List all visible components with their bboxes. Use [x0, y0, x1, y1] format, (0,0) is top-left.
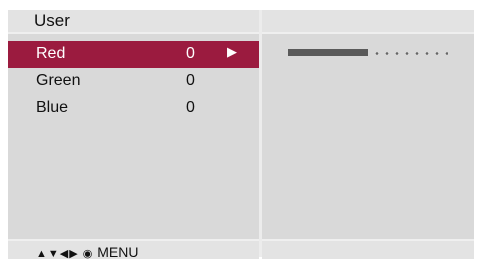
navigation-arrows-icon: ▲▼◀▶ ◉ — [36, 248, 94, 260]
navigation-hint: ▲▼◀▶ ◉ MENU — [36, 244, 138, 260]
menu-item-value: 0 — [186, 99, 195, 116]
menu-item-blue[interactable]: Blue 0 — [8, 95, 259, 122]
menu-panel: User Red 0 ▶ Green 0 Blue 0 ▲▼◀▶ ◉ MENU — [8, 10, 259, 260]
right-arrow-icon: ▶ — [227, 44, 237, 59]
value-slider[interactable] — [288, 47, 448, 57]
menu-header: User — [8, 10, 259, 34]
menu-item-value: 0 — [186, 72, 195, 89]
menu-item-red[interactable]: Red 0 ▶ — [8, 41, 259, 68]
menu-item-value: 0 — [186, 45, 195, 62]
menu-item-label: Blue — [36, 99, 69, 116]
menu-item-label: Green — [36, 72, 81, 89]
menu-title: User — [34, 11, 70, 30]
menu-label: MENU — [97, 244, 139, 260]
osd-menu: User Red 0 ▶ Green 0 Blue 0 ▲▼◀▶ ◉ MENU — [8, 10, 474, 260]
detail-panel — [262, 10, 474, 259]
detail-header — [262, 10, 474, 34]
slider-fill — [288, 49, 368, 56]
navigation-hint-bar: ▲▼◀▶ ◉ MENU — [8, 239, 259, 260]
slider-track-dots — [372, 52, 448, 55]
menu-item-label: Red — [36, 45, 66, 62]
menu-item-green[interactable]: Green 0 — [8, 68, 259, 95]
detail-footer — [262, 239, 474, 259]
